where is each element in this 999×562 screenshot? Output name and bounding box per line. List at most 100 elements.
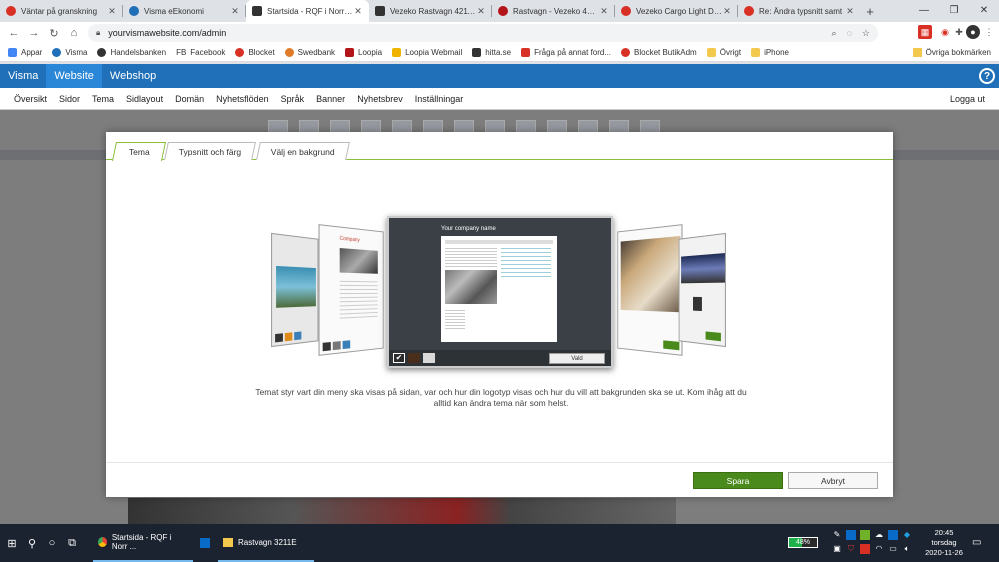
task-view-icon[interactable]: ⧉	[62, 524, 82, 562]
tab-webshop[interactable]: Webshop	[102, 64, 164, 88]
menu-item-nyhetsfloden[interactable]: Nyhetsflöden	[210, 94, 275, 104]
bookmark-item[interactable]: Loopia Webmail	[392, 48, 462, 57]
bookmark-item[interactable]: FB Facebook	[176, 48, 225, 57]
browser-tab[interactable]: Väntar på granskning ✕	[0, 0, 123, 22]
bookmark-folder[interactable]: Övrigt	[706, 48, 741, 57]
maximize-icon[interactable]: ❐	[939, 0, 969, 20]
close-tab-icon[interactable]: ✕	[230, 6, 240, 17]
bookmark-item[interactable]: hitta.se	[472, 48, 511, 57]
menu-item-sidor[interactable]: Sidor	[53, 94, 86, 104]
color-swatch[interactable]	[423, 353, 435, 363]
home-icon[interactable]: ⌂	[64, 23, 84, 43]
browser-tab[interactable]: Vezeko Rastvagn 4211E ✕	[369, 0, 492, 22]
bookmark-item[interactable]: Swedbank	[284, 48, 335, 57]
bookmark-folder[interactable]: iPhone	[751, 48, 789, 57]
menu-kebab-icon[interactable]: ⋮	[982, 25, 996, 39]
close-window-icon[interactable]: ✕	[969, 0, 999, 20]
other-bookmarks[interactable]: Övriga bokmärken	[912, 48, 991, 57]
menu-item-doman[interactable]: Domän	[169, 94, 210, 104]
new-tab-button[interactable]: +	[861, 0, 879, 22]
close-tab-icon[interactable]: ✕	[353, 6, 363, 17]
cortana-icon[interactable]: ○	[42, 524, 62, 562]
shield-icon[interactable]: ⛉	[846, 544, 856, 554]
help-icon[interactable]: ?	[979, 68, 995, 84]
outlook-tray-icon[interactable]	[888, 530, 898, 540]
taskbar-app-explorer[interactable]: Rastvagn 3211E	[218, 524, 314, 562]
theme-thumbnail[interactable]	[617, 224, 683, 356]
puzzle-icon[interactable]: ✚	[952, 25, 966, 39]
bookmark-item[interactable]: Handelsbanken	[97, 48, 166, 57]
red-app-icon[interactable]	[860, 544, 870, 554]
extension-red-icon[interactable]: ◉	[938, 25, 952, 39]
tab-visma[interactable]: Visma	[0, 64, 46, 88]
bookmark-item[interactable]: Blocket ButikAdm	[621, 48, 697, 57]
close-tab-icon[interactable]: ✕	[476, 6, 486, 17]
color-swatch[interactable]	[408, 353, 420, 363]
volume-icon[interactable]: 🔈︎	[902, 544, 912, 554]
theme-thumbnail[interactable]	[678, 232, 726, 348]
menu-item-sidlayout[interactable]: Sidlayout	[120, 94, 169, 104]
save-button[interactable]: Spara	[693, 472, 783, 489]
notification-icon[interactable]: ▭	[972, 537, 981, 548]
tab-website[interactable]: Website	[46, 64, 102, 88]
browser-tab[interactable]: Visma eEkonomi ✕	[123, 0, 246, 22]
minimize-icon[interactable]: —	[909, 0, 939, 20]
dialog-tabs: Tema Typsnitt och färg Välj en bakgrund	[106, 142, 893, 161]
network-icon[interactable]: ▣	[832, 544, 842, 554]
menu-item-banner[interactable]: Banner	[310, 94, 351, 104]
tab-tema[interactable]: Tema	[111, 142, 167, 161]
back-icon[interactable]: ←	[4, 23, 24, 43]
profile-avatar[interactable]: ●	[966, 25, 980, 39]
browser-tab[interactable]: Re: Ändra typsnitt samt ✕	[738, 0, 861, 22]
bookmark-item[interactable]: Appar	[8, 48, 42, 57]
dropbox-icon[interactable]: ◆	[902, 530, 912, 540]
browser-tab-active[interactable]: Startsida - RQF i Norr AB ✕	[246, 0, 369, 22]
star-icon[interactable]: ☆	[862, 28, 870, 39]
close-tab-icon[interactable]: ✕	[722, 6, 732, 17]
eye-off-icon[interactable]: ◌	[847, 28, 852, 39]
choose-theme-button[interactable]: Vald	[549, 353, 605, 364]
taskbar-app-chrome[interactable]: Startsida - RQF i Norr ...	[93, 524, 193, 562]
bookmark-item[interactable]: Visma	[52, 48, 87, 57]
folder-icon	[912, 48, 922, 57]
menu-item-nyhetsbrev[interactable]: Nyhetsbrev	[351, 94, 409, 104]
menu-item-oversikt[interactable]: Översikt	[8, 94, 53, 104]
browser-tab[interactable]: Vezeko Cargo Light D 20 ✕	[615, 0, 738, 22]
onedrive-icon[interactable]: ☁	[874, 530, 884, 540]
search-icon[interactable]: ⌕	[832, 28, 837, 39]
menu-item-tema[interactable]: Tema	[86, 94, 120, 104]
menu-item-installningar[interactable]: Inställningar	[409, 94, 470, 104]
close-tab-icon[interactable]: ✕	[599, 6, 609, 17]
bookmark-item[interactable]: Loopia	[345, 48, 382, 57]
theme-selected-preview[interactable]: Your company name ✔ Vald	[387, 216, 613, 368]
tab-valj-en-bakgrund[interactable]: Välj en bakgrund	[256, 142, 350, 160]
display-icon[interactable]: ▭	[888, 544, 898, 554]
nvidia-icon[interactable]	[860, 530, 870, 540]
bookmark-item[interactable]: Blocket	[235, 48, 275, 57]
bookmark-item[interactable]: Fråga på annat ford...	[521, 48, 611, 57]
address-bar[interactable]: 🔒︎ yourvismawebsite.com/admin ⌕ ◌ ☆	[88, 24, 878, 42]
reload-icon[interactable]: ↻	[44, 23, 64, 43]
swatch-selected[interactable]: ✔	[393, 353, 405, 363]
menu-item-sprak[interactable]: Språk	[275, 94, 311, 104]
windows-start-icon[interactable]: ⊞	[2, 524, 22, 562]
tray-app-icon[interactable]: ✎	[832, 530, 842, 540]
browser-tab[interactable]: Rastvagn - Vezeko 4211 ✕	[492, 0, 615, 22]
tab-favicon-icon	[252, 6, 262, 16]
forward-icon[interactable]: →	[24, 23, 44, 43]
theme-thumbnail[interactable]	[271, 232, 319, 348]
wifi-icon[interactable]: ◠	[874, 544, 884, 554]
close-tab-icon[interactable]: ✕	[107, 6, 117, 17]
system-clock[interactable]: 20:45 torsdag 2020-11-26	[921, 528, 967, 558]
search-icon[interactable]: ⚲	[22, 524, 42, 562]
tray-app-icon[interactable]	[846, 530, 856, 540]
battery-indicator[interactable]: 48%	[788, 537, 818, 548]
theme-thumbnail[interactable]: Company	[318, 224, 384, 356]
close-tab-icon[interactable]: ✕	[845, 6, 855, 17]
tab-typsnitt-och-farg[interactable]: Typsnitt och färg	[164, 142, 256, 160]
extension-icon[interactable]: ▦	[918, 25, 932, 39]
tab-title: Rastvagn - Vezeko 4211	[513, 6, 599, 16]
taskbar-app-outlook[interactable]	[195, 524, 215, 562]
cancel-button[interactable]: Avbryt	[788, 472, 878, 489]
logout-link[interactable]: Logga ut	[950, 94, 985, 104]
